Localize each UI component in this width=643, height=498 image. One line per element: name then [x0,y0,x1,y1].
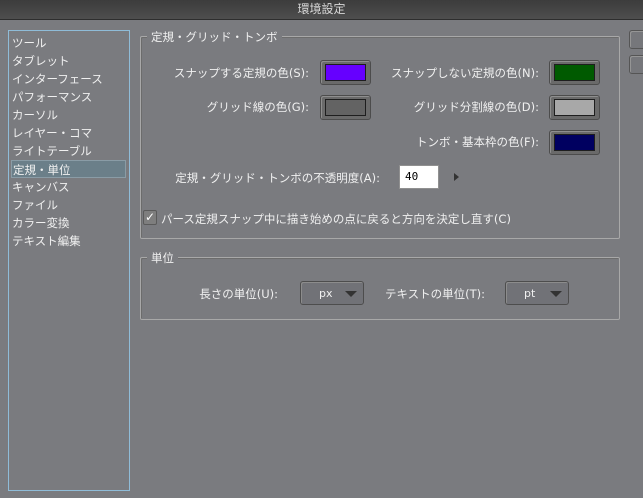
sidebar-item-tool[interactable]: ツール [9,34,129,52]
grid-color-button[interactable] [320,95,371,120]
snap-color-button[interactable] [320,60,371,85]
dropdown-value: px [319,287,333,300]
group-title: 定規・グリッド・トンボ [147,29,282,45]
crop-color-label: トンボ・基本枠の色(F): [416,135,539,149]
length-unit-label: 長さの単位(U): [199,287,278,301]
dropdown-value: pt [524,287,536,300]
window-title: 環境設定 [297,2,346,16]
sidebar-item-text-edit[interactable]: テキスト編集 [9,232,129,250]
nosnap-color-label: スナップしない定規の色(N): [391,66,539,80]
sidebar-item-color-conversion[interactable]: カラー変換 [9,214,129,232]
nosnap-color-button[interactable] [549,60,600,85]
ok-button[interactable] [629,30,643,49]
length-unit-dropdown[interactable]: px [300,281,364,305]
sidebar-item-canvas[interactable]: キャンバス [9,178,129,196]
sidebar-item-cursor[interactable]: カーソル [9,106,129,124]
cancel-button[interactable] [629,55,643,74]
title-bar: 環境設定 [0,0,643,20]
grid-div-color-button[interactable] [549,95,600,120]
sidebar-item-ruler-unit[interactable]: 定規・単位 [11,160,126,178]
color-swatch [554,99,595,116]
grid-color-label: グリッド線の色(G): [206,100,309,114]
perspective-checkbox[interactable]: ✓ [143,210,157,225]
snap-color-label: スナップする定規の色(S): [173,66,309,80]
chevron-down-icon [550,291,562,297]
sidebar-item-file[interactable]: ファイル [9,196,129,214]
opacity-slider-arrow-icon[interactable] [454,173,459,181]
sidebar-item-layer[interactable]: レイヤー・コマ [9,124,129,142]
color-swatch [325,99,366,116]
color-swatch [554,64,595,81]
grid-div-color-label: グリッド分割線の色(D): [413,100,539,114]
sidebar-item-tablet[interactable]: タブレット [9,52,129,70]
color-swatch [554,134,595,151]
perspective-checkbox-label: パース定規スナップ中に描き始めの点に戻ると方向を決定し直す(C) [161,212,511,226]
sidebar-item-interface[interactable]: インターフェース [9,70,129,88]
color-swatch [325,64,366,81]
text-unit-label: テキストの単位(T): [384,287,485,301]
chevron-down-icon [345,291,357,297]
crop-color-button[interactable] [549,130,600,155]
opacity-label: 定規・グリッド・トンボの不透明度(A): [175,171,380,185]
group-title: 単位 [147,250,178,266]
text-unit-dropdown[interactable]: pt [505,281,569,305]
category-list[interactable]: ツール タブレット インターフェース パフォーマンス カーソル レイヤー・コマ … [8,30,130,491]
sidebar-item-lighttable[interactable]: ライトテーブル [9,142,129,160]
sidebar-item-performance[interactable]: パフォーマンス [9,88,129,106]
opacity-input[interactable]: 40 [399,165,439,189]
